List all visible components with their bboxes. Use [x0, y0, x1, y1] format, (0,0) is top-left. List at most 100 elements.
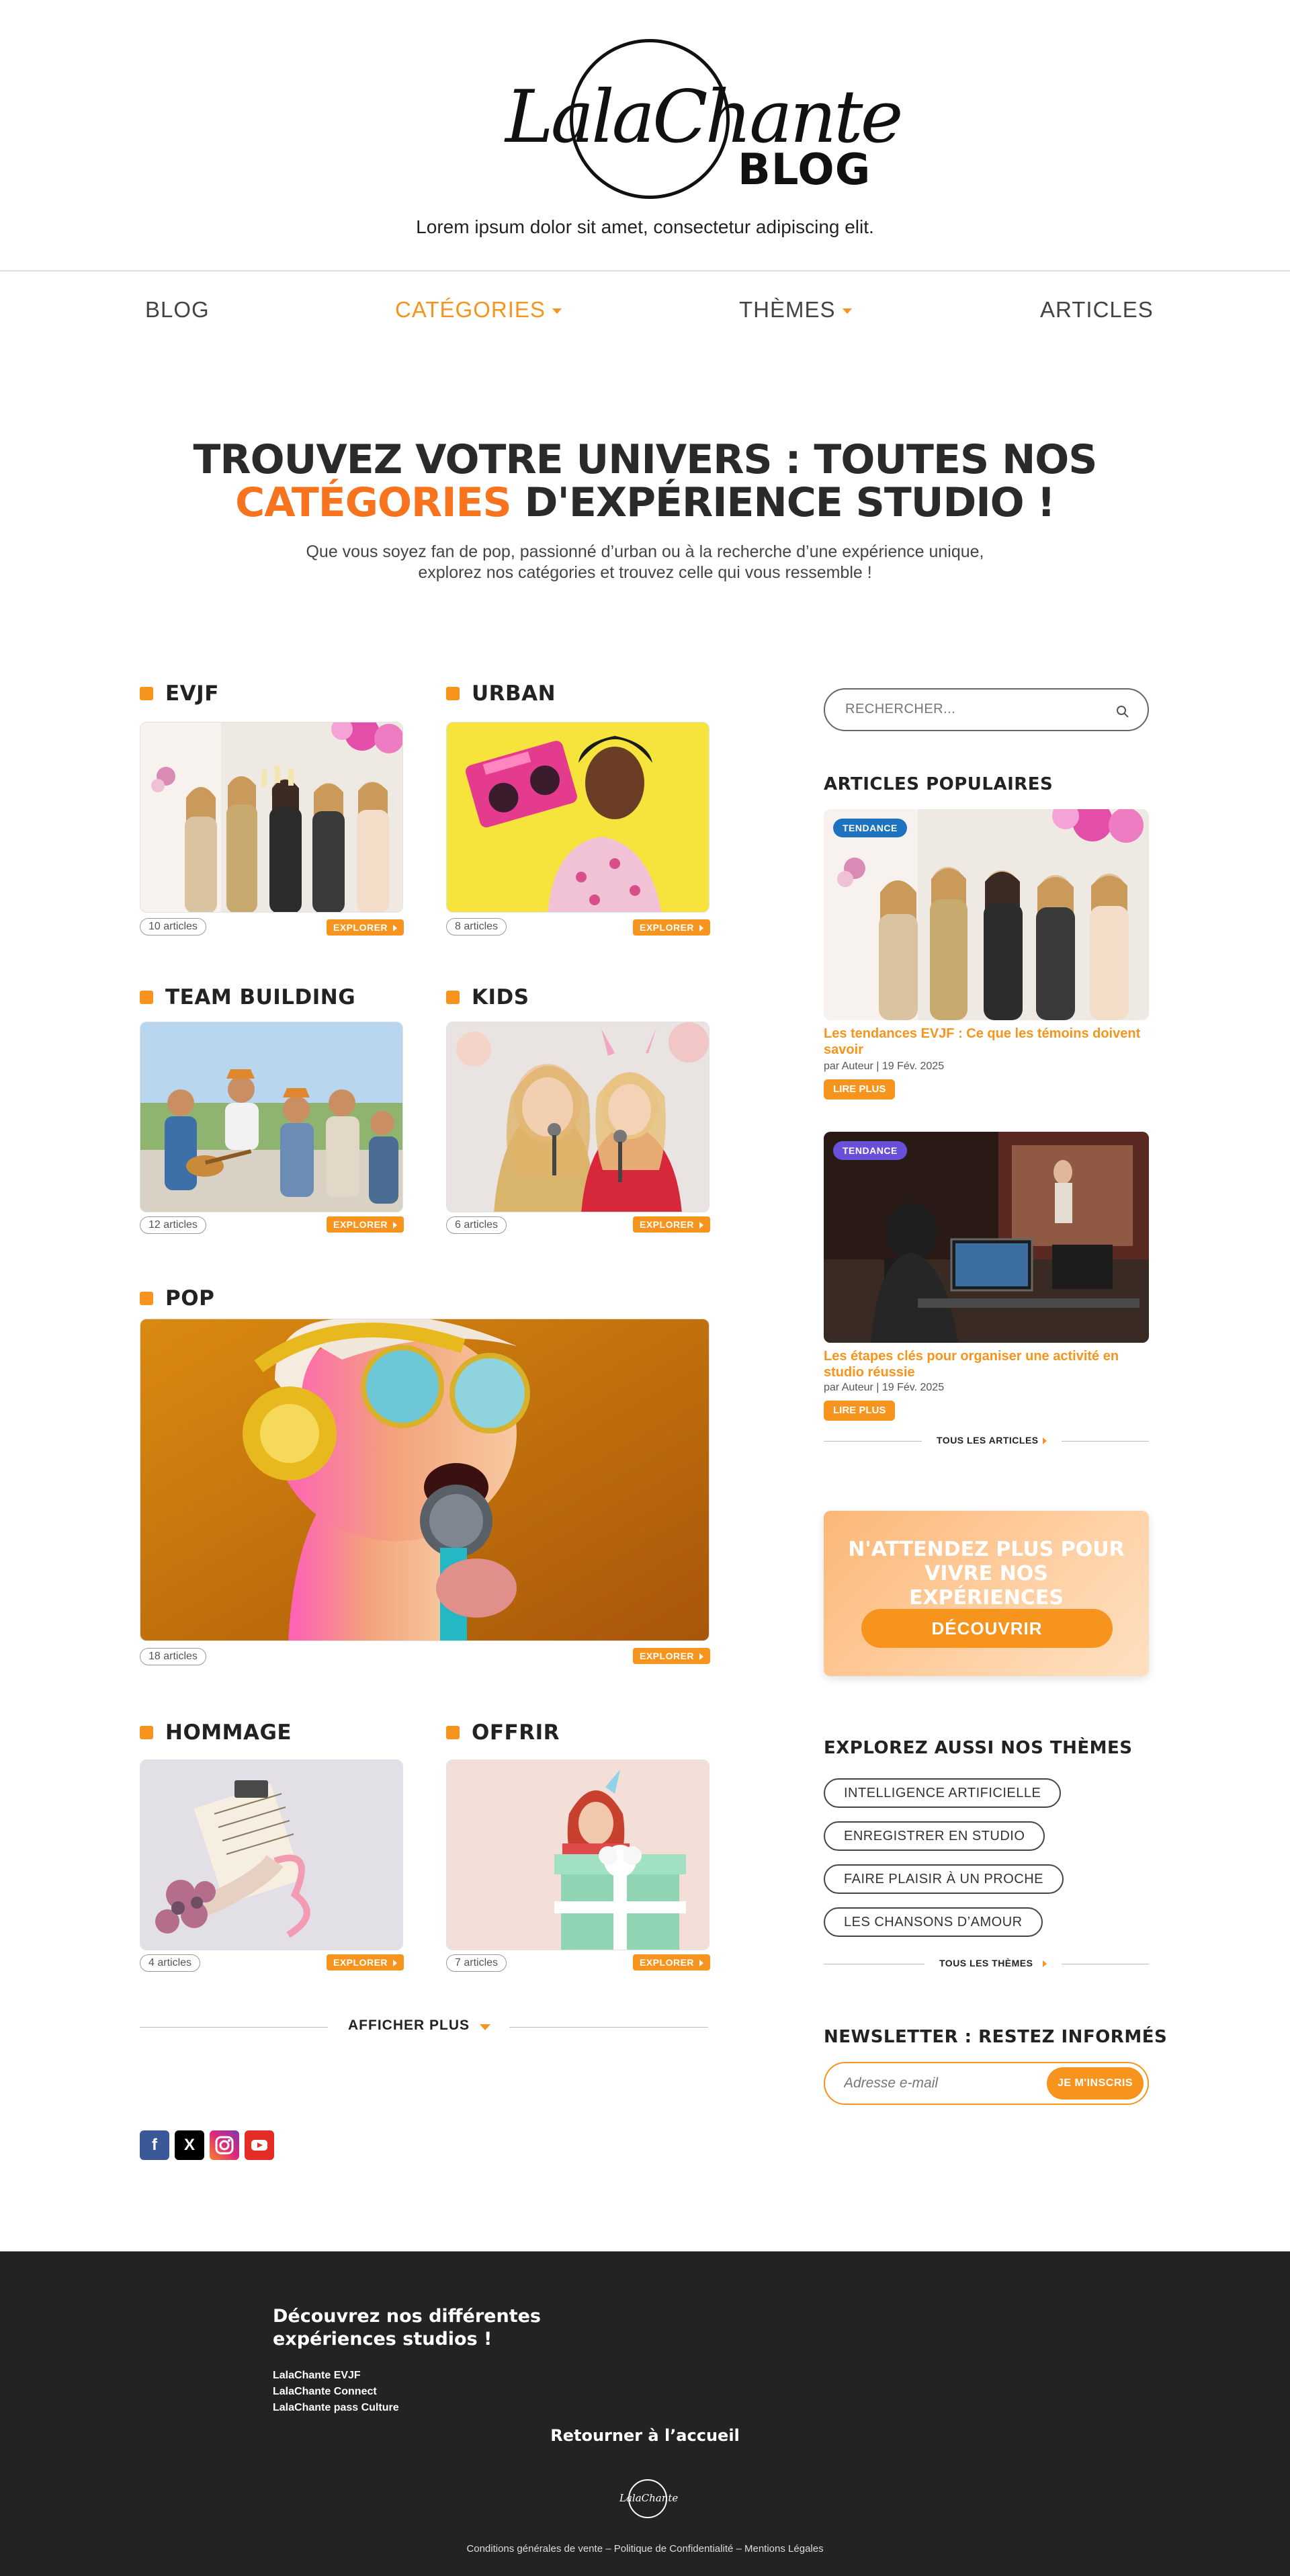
- popular-article-meta: par Auteur | 19 Fév. 2025: [824, 1382, 945, 1393]
- search-box[interactable]: [824, 688, 1149, 731]
- legal-links[interactable]: Conditions générales de vente – Politiqu…: [0, 2543, 1290, 2554]
- page-subtitle-line1: Que vous soyez fan de pop, passionné d’u…: [306, 542, 984, 561]
- all-themes-button[interactable]: TOUS LES THÈMES: [939, 1958, 1033, 1968]
- read-more-button[interactable]: LIRE PLUS: [824, 1401, 896, 1421]
- arrow-right-icon: [393, 1222, 398, 1229]
- all-articles-link: TOUS LES ARTICLES: [824, 1434, 1149, 1448]
- category-image-team-building[interactable]: [140, 1022, 403, 1212]
- explore-button-label: EXPLORER: [333, 1219, 388, 1230]
- page-title-line1: TROUVEZ VOTRE UNIVERS : TOUTES NOS: [193, 436, 1097, 483]
- back-home-link[interactable]: Retourner à l’accueil: [0, 2426, 1290, 2445]
- flowers-letter-photo-icon: [140, 1760, 402, 1950]
- show-more-button[interactable]: AFFICHER PLUS: [348, 2018, 470, 2034]
- read-more-button[interactable]: LIRE PLUS: [824, 1079, 896, 1099]
- category-heading-team-building[interactable]: TEAM BUILDING: [140, 985, 355, 1009]
- page-title: TROUVEZ VOTRE UNIVERS : TOUTES NOS CATÉG…: [0, 438, 1290, 524]
- category-heading-pop[interactable]: POP: [140, 1286, 214, 1311]
- footer-link[interactable]: LalaChante Connect: [273, 2386, 377, 2398]
- explore-button[interactable]: EXPLORER: [327, 919, 404, 936]
- category-image-urban[interactable]: [446, 722, 710, 913]
- youtube-glyph: [251, 2140, 267, 2151]
- category-count: 6 articles: [446, 1216, 507, 1234]
- divider: [824, 1441, 922, 1442]
- category-heading-kids[interactable]: KIDS: [446, 985, 529, 1009]
- main-nav: BLOG CATÉGORIES THÈMES ARTICLES: [0, 272, 1290, 349]
- logo-blog-text: BLOG: [738, 145, 871, 195]
- x-icon[interactable]: X: [175, 2130, 204, 2160]
- category-count: 7 articles: [446, 1954, 507, 1972]
- explore-button-label: EXPLORER: [333, 922, 388, 933]
- category-image-kids[interactable]: [446, 1022, 710, 1212]
- search-input[interactable]: [845, 702, 1101, 717]
- chevron-down-icon[interactable]: [480, 2024, 490, 2030]
- arrow-right-icon: [699, 1960, 704, 1967]
- bullet-icon: [446, 687, 460, 700]
- discover-button[interactable]: DÉCOUVRIR: [861, 1609, 1113, 1648]
- category-heading-evjf[interactable]: EVJF: [140, 681, 219, 706]
- arrow-right-icon[interactable]: [1043, 1960, 1047, 1967]
- popular-article-image[interactable]: TENDANCE: [824, 1132, 1149, 1343]
- arrow-right-icon: [699, 1653, 704, 1661]
- arrow-right-icon: [393, 1960, 398, 1967]
- category-heading-offrir[interactable]: OFFRIR: [446, 1720, 560, 1745]
- category-heading-hommage[interactable]: HOMMAGE: [140, 1720, 292, 1745]
- explore-button-label: EXPLORER: [640, 922, 695, 933]
- footer-link[interactable]: LalaChante pass Culture: [273, 2402, 399, 2414]
- category-image-hommage[interactable]: [140, 1759, 403, 1950]
- site-footer: Découvrez nos différentes expériences st…: [0, 2251, 1290, 2576]
- email-field[interactable]: [844, 2075, 1032, 2091]
- subscribe-button[interactable]: JE M'INSCRIS: [1046, 2067, 1144, 2100]
- all-articles-button[interactable]: TOUS LES ARTICLES: [937, 1435, 1039, 1446]
- footer-title: Découvrez nos différentes expériences st…: [273, 2306, 541, 2350]
- search-icon[interactable]: [1115, 704, 1130, 719]
- category-name: URBAN: [472, 681, 556, 706]
- explore-button[interactable]: EXPLORER: [327, 1954, 404, 1970]
- category-image-offrir[interactable]: [446, 1759, 710, 1950]
- divider: [509, 2027, 708, 2028]
- arrow-right-icon[interactable]: [1043, 1438, 1047, 1444]
- footer-logo[interactable]: LalaChante: [619, 2475, 679, 2526]
- themes-title: EXPLOREZ AUSSI NOS THÈMES: [824, 1738, 1133, 1758]
- category-count: 8 articles: [446, 918, 507, 936]
- category-name: KIDS: [472, 985, 529, 1009]
- popular-articles-title: ARTICLES POPULAIRES: [824, 774, 1054, 794]
- category-image-pop[interactable]: [140, 1319, 710, 1641]
- all-themes-link: TOUS LES THÈMES: [824, 1957, 1149, 1970]
- instagram-icon[interactable]: [210, 2130, 239, 2160]
- facebook-icon[interactable]: f: [140, 2130, 169, 2160]
- nav-item-articles[interactable]: ARTICLES: [1040, 297, 1154, 323]
- bullet-icon: [140, 991, 153, 1004]
- explore-button[interactable]: EXPLORER: [633, 1648, 711, 1664]
- popular-article-title[interactable]: Les étapes clés pour organiser une activ…: [824, 1348, 1149, 1380]
- cta-banner: N'ATTENDEZ PLUS POUR VIVRE NOS EXPÉRIENC…: [824, 1511, 1149, 1676]
- category-heading-urban[interactable]: URBAN: [446, 681, 556, 706]
- bullet-icon: [446, 1726, 460, 1739]
- explore-button[interactable]: EXPLORER: [633, 919, 711, 936]
- theme-pill[interactable]: INTELLIGENCE ARTIFICIELLE: [824, 1778, 1062, 1808]
- theme-pill[interactable]: LES CHANSONS D’AMOUR: [824, 1907, 1043, 1937]
- popular-article-image[interactable]: TENDANCE: [824, 809, 1149, 1020]
- explore-button[interactable]: EXPLORER: [327, 1216, 404, 1233]
- theme-pill[interactable]: FAIRE PLAISIR À UN PROCHE: [824, 1864, 1064, 1894]
- theme-pill[interactable]: ENREGISTRER EN STUDIO: [824, 1821, 1045, 1851]
- explore-button-label: EXPLORER: [640, 1651, 695, 1661]
- nav-item-categories[interactable]: CATÉGORIES: [395, 297, 562, 323]
- category-image-evjf[interactable]: [140, 722, 403, 913]
- gift-photo-icon: [447, 1760, 709, 1950]
- category-name: OFFRIR: [472, 1720, 560, 1745]
- explore-button[interactable]: EXPLORER: [633, 1954, 711, 1970]
- youtube-icon[interactable]: [245, 2130, 274, 2160]
- footer-logo-text: LalaChante: [619, 2492, 679, 2504]
- explore-button[interactable]: EXPLORER: [633, 1216, 711, 1233]
- social-links: f X: [140, 2130, 274, 2160]
- party-photo-icon: [824, 809, 1149, 1020]
- explore-button-label: EXPLORER: [333, 1957, 388, 1968]
- nav-item-themes[interactable]: THÈMES: [739, 297, 852, 323]
- footer-link[interactable]: LalaChante EVJF: [273, 2370, 361, 2382]
- page-title-accent: CATÉGORIES: [235, 479, 512, 526]
- explore-button-label: EXPLORER: [640, 1219, 695, 1230]
- site-logo[interactable]: LalaChante BLOG: [497, 34, 903, 208]
- popular-article-title[interactable]: Les tendances EVJF : Ce que les témoins …: [824, 1026, 1149, 1058]
- category-name: EVJF: [165, 681, 219, 706]
- nav-item-blog[interactable]: BLOG: [145, 297, 210, 323]
